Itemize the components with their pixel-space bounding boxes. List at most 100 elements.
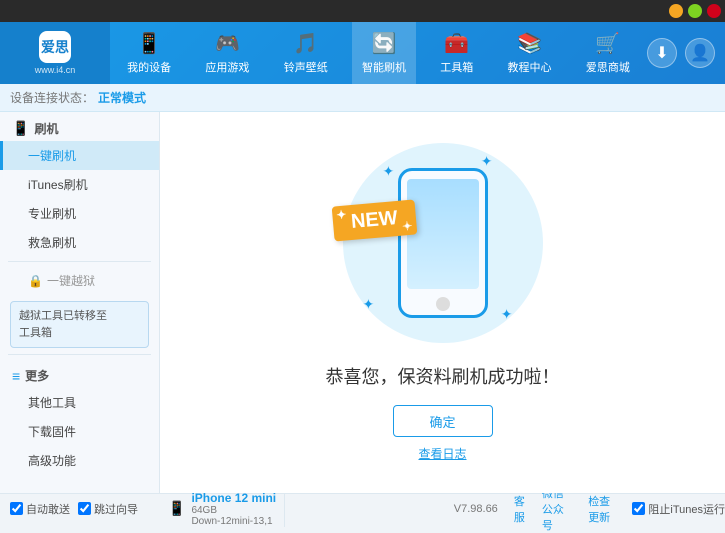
phone-body: [398, 168, 488, 318]
sidebar-item-one-click[interactable]: 一键刷机: [0, 141, 159, 170]
sidebar-flash-title: 📱 刷机: [0, 112, 159, 141]
content-area: ✦ ✦ ✦ ✦ NEW 恭喜您，保资料刷机成功啦！ 确定 查看日志: [160, 112, 725, 493]
sidebar-jailbreak-title: 🔒 一键越狱: [0, 266, 159, 295]
device-firmware: Down-12mini-13,1: [191, 516, 276, 527]
logo-icon: 爱思: [39, 31, 71, 63]
confirm-button[interactable]: 确定: [393, 405, 493, 437]
divider-1: [8, 261, 151, 262]
sidebar-more-title: ≡ 更多: [0, 359, 159, 388]
nav-device-label: 我的设备: [127, 59, 171, 75]
more-section-icon: ≡: [12, 368, 20, 384]
sidebar-item-download-fw[interactable]: 下载固件: [0, 417, 159, 446]
auto-send-checkbox[interactable]: 自动敢送: [10, 501, 70, 517]
spark-1: ✦: [383, 163, 395, 180]
itunes-checkbox[interactable]: [632, 502, 645, 515]
divider-2: [8, 354, 151, 355]
nav-smart-label: 智能刷机: [362, 59, 406, 75]
device-icon: 📱: [137, 31, 162, 56]
auto-send-input[interactable]: [10, 502, 23, 515]
device-storage: 64GB: [191, 505, 276, 516]
logo[interactable]: 爱思 www.i4.cn: [0, 22, 110, 84]
device-section: 📱 iPhone 12 mini 64GB Down-12mini-13,1: [160, 491, 285, 527]
advanced-label: 高级功能: [28, 454, 76, 468]
update-link[interactable]: 检查更新: [588, 493, 612, 525]
nav-tutorials-label: 教程中心: [508, 59, 552, 75]
phone-screen: [407, 179, 479, 289]
status-bar: 设备连接状态： 正常模式: [0, 84, 725, 112]
jailbreak-label: 一键越狱: [47, 272, 95, 289]
view-log-label: 查看日志: [418, 447, 466, 461]
nav-tools-label: 工具箱: [440, 59, 473, 75]
version-text: V7.98.66: [454, 503, 498, 515]
nav-shop[interactable]: 🛒 爱思商城: [576, 22, 640, 84]
nav-actions: ⬇ 👤: [647, 38, 715, 68]
wallpaper-icon: 🎵: [293, 31, 318, 56]
sidebar-item-advanced[interactable]: 高级功能: [0, 446, 159, 475]
skip-wizard-input[interactable]: [78, 502, 91, 515]
support-link[interactable]: 客服: [514, 493, 526, 525]
nav-smart[interactable]: 🔄 智能刷机: [352, 22, 416, 84]
sidebar-item-pro[interactable]: 专业刷机: [0, 199, 159, 228]
smart-icon: 🔄: [372, 31, 397, 56]
device-info-block: iPhone 12 mini 64GB Down-12mini-13,1: [191, 491, 276, 527]
new-badge-text: NEW: [350, 207, 398, 233]
confirm-button-label: 确定: [429, 412, 455, 431]
shop-icon: 🛒: [595, 31, 620, 56]
auto-send-label: 自动敢送: [26, 501, 70, 517]
bottom-left: 自动敢送 跳过向导: [0, 501, 160, 517]
user-btn[interactable]: 👤: [685, 38, 715, 68]
phone-illustration: [398, 168, 488, 318]
spark-3: ✦: [363, 296, 375, 313]
recovery-label: 救急刷机: [28, 236, 76, 250]
pro-label: 专业刷机: [28, 207, 76, 221]
itunes-label: 阻止iTunes运行: [648, 501, 725, 517]
phone-home-btn: [436, 297, 450, 311]
phone-container: ✦ ✦ ✦ ✦ NEW: [343, 143, 543, 343]
title-bar: [0, 0, 725, 22]
skip-wizard-checkbox[interactable]: 跳过向导: [78, 501, 138, 517]
other-tools-label: 其他工具: [28, 396, 76, 410]
logo-url: www.i4.cn: [35, 65, 76, 75]
status-value: 正常模式: [98, 89, 146, 106]
nav-tools[interactable]: 🧰 工具箱: [430, 22, 483, 84]
flash-section-label: 刷机: [34, 120, 58, 137]
itunes-status: 阻止iTunes运行: [632, 501, 725, 517]
download-fw-label: 下载固件: [28, 425, 76, 439]
sidebar-item-recovery[interactable]: 救急刷机: [0, 228, 159, 257]
flash-section-icon: 📱: [12, 120, 29, 137]
jailbreak-info: 越狱工具已转移至工具箱: [10, 301, 149, 348]
view-log-link[interactable]: 查看日志: [418, 445, 466, 462]
nav-apps[interactable]: 🎮 应用游戏: [195, 22, 259, 84]
tools-icon: 🧰: [444, 31, 469, 56]
nav-shop-label: 爱思商城: [586, 59, 630, 75]
nav-device[interactable]: 📱 我的设备: [117, 22, 181, 84]
lock-icon: 🔒: [28, 274, 43, 288]
itunes-label: iTunes刷机: [28, 178, 88, 192]
status-label: 设备连接状态：: [10, 89, 94, 106]
success-text: 恭喜您，保资料刷机成功啦！: [326, 363, 560, 389]
maximize-button[interactable]: [688, 4, 702, 18]
nav-items: 📱 我的设备 🎮 应用游戏 🎵 铃声壁纸 🔄 智能刷机 🧰 工具箱 📚 教程中心…: [110, 22, 647, 84]
minimize-button[interactable]: [669, 4, 683, 18]
sidebar-item-itunes[interactable]: iTunes刷机: [0, 170, 159, 199]
nav-tutorials[interactable]: 📚 教程中心: [498, 22, 562, 84]
jailbreak-info-text: 越狱工具已转移至工具箱: [19, 310, 107, 339]
tutorials-icon: 📚: [517, 31, 542, 56]
spark-4: ✦: [501, 306, 513, 323]
nav-apps-label: 应用游戏: [205, 59, 249, 75]
apps-icon: 🎮: [215, 31, 240, 56]
new-banner: NEW: [331, 199, 416, 241]
skip-wizard-label: 跳过向导: [94, 501, 138, 517]
header: 爱思 www.i4.cn 📱 我的设备 🎮 应用游戏 🎵 铃声壁纸 🔄 智能刷机…: [0, 22, 725, 84]
sidebar: 📱 刷机 一键刷机 iTunes刷机 专业刷机 救急刷机 🔒 一键越狱 越狱工具…: [0, 112, 160, 493]
bottom-bar: 自动敢送 跳过向导 📱 iPhone 12 mini 64GB Down-12m…: [0, 493, 725, 523]
nav-wallpaper-label: 铃声壁纸: [284, 59, 328, 75]
device-icon-bottom: 📱: [168, 500, 185, 517]
sidebar-item-other-tools[interactable]: 其他工具: [0, 388, 159, 417]
main-layout: 📱 刷机 一键刷机 iTunes刷机 专业刷机 救急刷机 🔒 一键越狱 越狱工具…: [0, 112, 725, 493]
close-button[interactable]: [707, 4, 721, 18]
one-click-label: 一键刷机: [28, 149, 76, 163]
nav-wallpaper[interactable]: 🎵 铃声壁纸: [274, 22, 338, 84]
download-btn[interactable]: ⬇: [647, 38, 677, 68]
more-section-label: 更多: [25, 367, 49, 384]
